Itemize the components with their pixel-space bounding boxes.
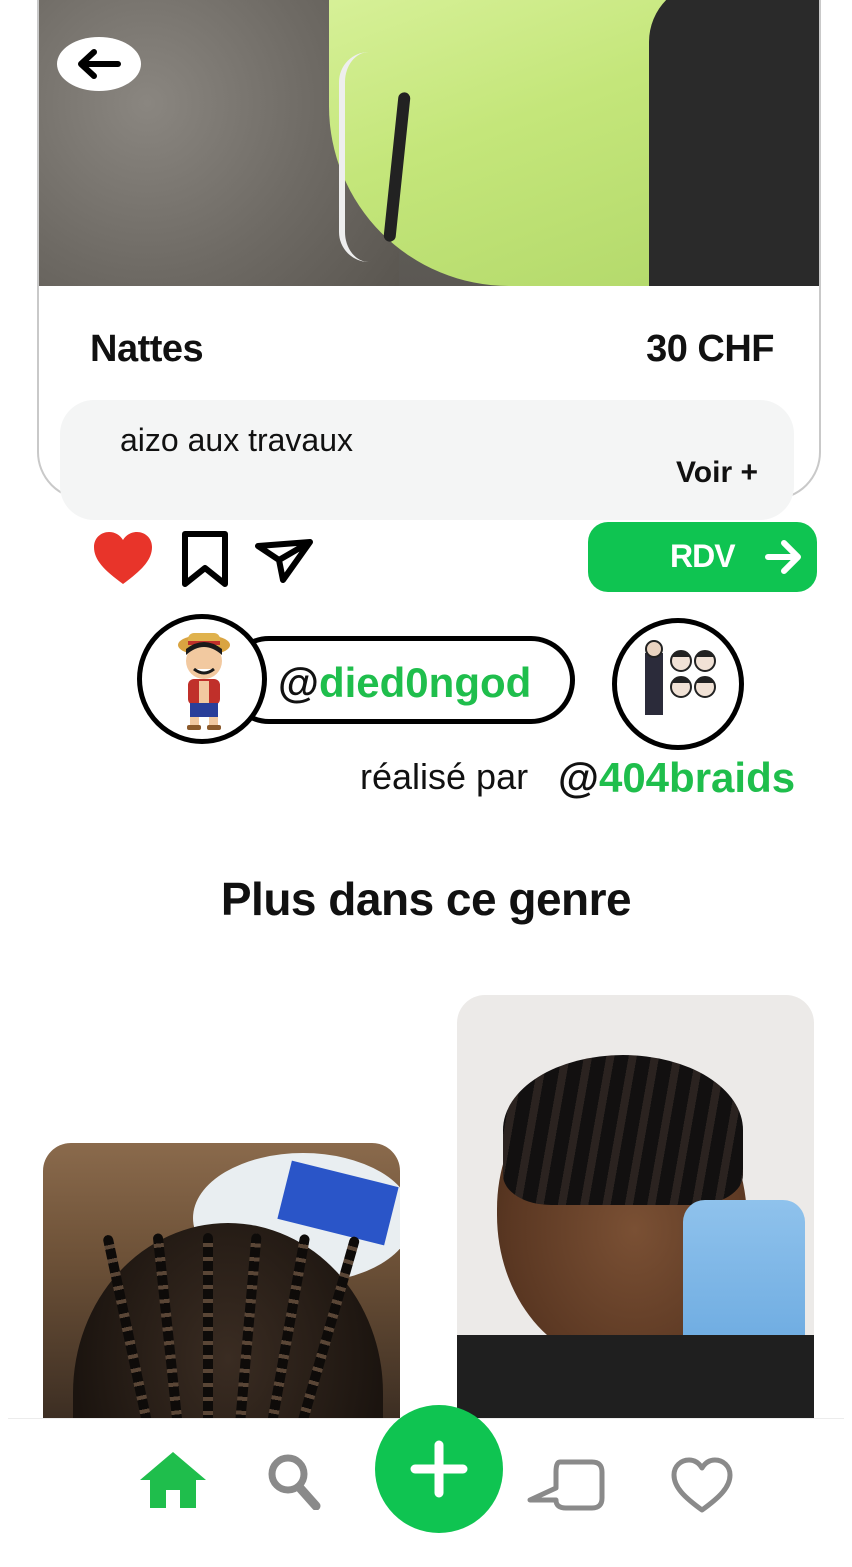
user-handle-pill[interactable]: @died0ngod: [225, 636, 575, 724]
suggestion-photo-hair: [503, 1055, 743, 1205]
paper-plane-icon[interactable]: [255, 538, 313, 584]
artist-handle-at: @: [558, 754, 599, 801]
back-button[interactable]: [57, 37, 141, 91]
post-photo: [39, 0, 819, 286]
see-more-link[interactable]: Voir +: [676, 456, 758, 490]
heart-icon[interactable]: [92, 530, 154, 586]
suggestion-card[interactable]: [43, 1143, 400, 1423]
suggestion-photo-shirt: [457, 1335, 814, 1423]
photo-earphone-wire: [339, 52, 385, 262]
book-appointment-button[interactable]: RDV: [588, 522, 817, 592]
user-handle-name: died0ngod: [318, 659, 532, 706]
post-price: 30 CHF: [646, 328, 774, 370]
artist-handle-link[interactable]: @404braids: [558, 754, 795, 802]
arrow-right-icon: [765, 540, 801, 574]
bookmark-icon[interactable]: [181, 530, 229, 588]
user-avatar[interactable]: [137, 614, 267, 744]
post-title: Nattes: [90, 328, 204, 370]
user-handle: @died0ngod: [278, 659, 531, 707]
photo-strap: [649, 0, 819, 286]
arrow-left-icon: [78, 49, 121, 79]
post-description: aizo aux travaux: [120, 422, 354, 458]
suggestion-card[interactable]: [457, 995, 814, 1423]
plus-icon: [410, 1440, 468, 1498]
heart-outline-icon[interactable]: [670, 1456, 734, 1514]
suggestion-photo-braid: [203, 1233, 213, 1423]
artist-handle-name: 404braids: [598, 754, 796, 801]
credit-text: réalisé par: [360, 756, 529, 797]
add-post-button[interactable]: [375, 1405, 503, 1533]
artist-drawing-icon: [645, 640, 716, 715]
search-icon[interactable]: [266, 1452, 322, 1510]
home-icon[interactable]: [138, 1450, 208, 1510]
book-appointment-label: RDV: [670, 538, 736, 574]
artist-avatar[interactable]: [612, 618, 744, 750]
section-title: Plus dans ce genre: [220, 873, 632, 925]
user-handle-at: @: [278, 659, 319, 706]
chat-bubble-icon[interactable]: [526, 1456, 606, 1514]
cartoon-avatar-icon: [178, 633, 230, 730]
